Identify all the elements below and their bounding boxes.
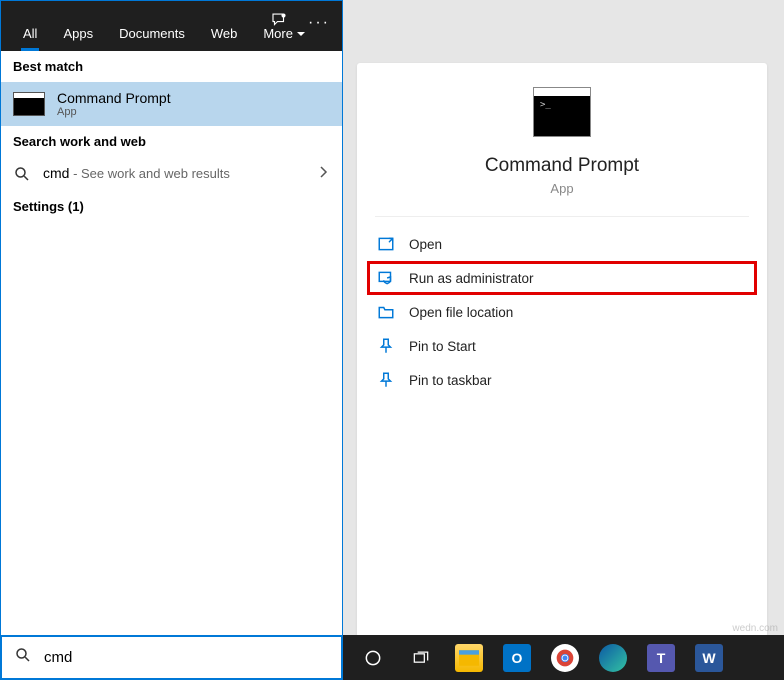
tab-web[interactable]: Web bbox=[199, 16, 250, 51]
folder-icon bbox=[377, 303, 395, 321]
action-list: Open Run as administrator Open file loca… bbox=[357, 227, 767, 397]
pin-start-icon bbox=[377, 337, 395, 355]
action-pin-to-start[interactable]: Pin to Start bbox=[367, 329, 757, 363]
result-detail-panel: Command Prompt App Open Run as administr… bbox=[357, 63, 767, 637]
search-web-header: Search work and web bbox=[1, 126, 342, 157]
tab-apps[interactable]: Apps bbox=[51, 16, 105, 51]
taskbar: O T W bbox=[343, 635, 784, 680]
action-run-as-admin-label: Run as administrator bbox=[409, 271, 534, 286]
outlook-button[interactable]: O bbox=[495, 635, 539, 680]
web-search-hint: - See work and web results bbox=[69, 166, 229, 181]
web-search-query: cmd bbox=[43, 165, 69, 181]
start-search-panel: All Apps Documents Web More ··· Best mat… bbox=[0, 0, 343, 635]
task-view-button[interactable] bbox=[399, 635, 443, 680]
search-tabs: All Apps Documents Web More ··· bbox=[1, 1, 342, 51]
watermark: wedn.com bbox=[732, 623, 778, 634]
open-icon bbox=[377, 235, 395, 253]
action-pin-to-start-label: Pin to Start bbox=[409, 339, 476, 354]
separator bbox=[375, 216, 749, 217]
result-subtitle: App bbox=[57, 106, 171, 118]
command-prompt-icon bbox=[13, 92, 45, 116]
word-button[interactable]: W bbox=[687, 635, 731, 680]
detail-title: Command Prompt bbox=[357, 155, 767, 177]
chrome-button[interactable] bbox=[543, 635, 587, 680]
teams-button[interactable]: T bbox=[639, 635, 683, 680]
more-options-icon[interactable]: ··· bbox=[308, 14, 330, 32]
action-run-as-admin[interactable]: Run as administrator bbox=[367, 261, 757, 295]
cortana-button[interactable] bbox=[351, 635, 395, 680]
best-match-header: Best match bbox=[1, 51, 342, 82]
action-open-file-location[interactable]: Open file location bbox=[367, 295, 757, 329]
feedback-icon[interactable] bbox=[270, 11, 288, 34]
edge-button[interactable] bbox=[591, 635, 635, 680]
tab-documents[interactable]: Documents bbox=[107, 16, 197, 51]
action-open[interactable]: Open bbox=[367, 227, 757, 261]
result-title: Command Prompt bbox=[57, 90, 171, 106]
result-command-prompt[interactable]: Command Prompt App bbox=[1, 82, 342, 126]
action-pin-to-taskbar[interactable]: Pin to taskbar bbox=[367, 363, 757, 397]
detail-subtitle: App bbox=[357, 181, 767, 196]
search-input[interactable] bbox=[44, 649, 329, 666]
action-pin-to-taskbar-label: Pin to taskbar bbox=[409, 373, 492, 388]
action-open-label: Open bbox=[409, 237, 442, 252]
pin-taskbar-icon bbox=[377, 371, 395, 389]
admin-shield-icon bbox=[377, 269, 395, 287]
chevron-right-icon bbox=[318, 165, 328, 184]
search-icon bbox=[13, 165, 31, 183]
file-explorer-button[interactable] bbox=[447, 635, 491, 680]
action-open-file-location-label: Open file location bbox=[409, 305, 513, 320]
web-search-item[interactable]: cmd - See work and web results bbox=[1, 157, 342, 191]
search-icon bbox=[14, 646, 32, 669]
tab-all[interactable]: All bbox=[11, 16, 49, 51]
search-box[interactable] bbox=[0, 635, 343, 680]
settings-header[interactable]: Settings (1) bbox=[1, 191, 342, 222]
command-prompt-hero-icon bbox=[533, 87, 591, 137]
